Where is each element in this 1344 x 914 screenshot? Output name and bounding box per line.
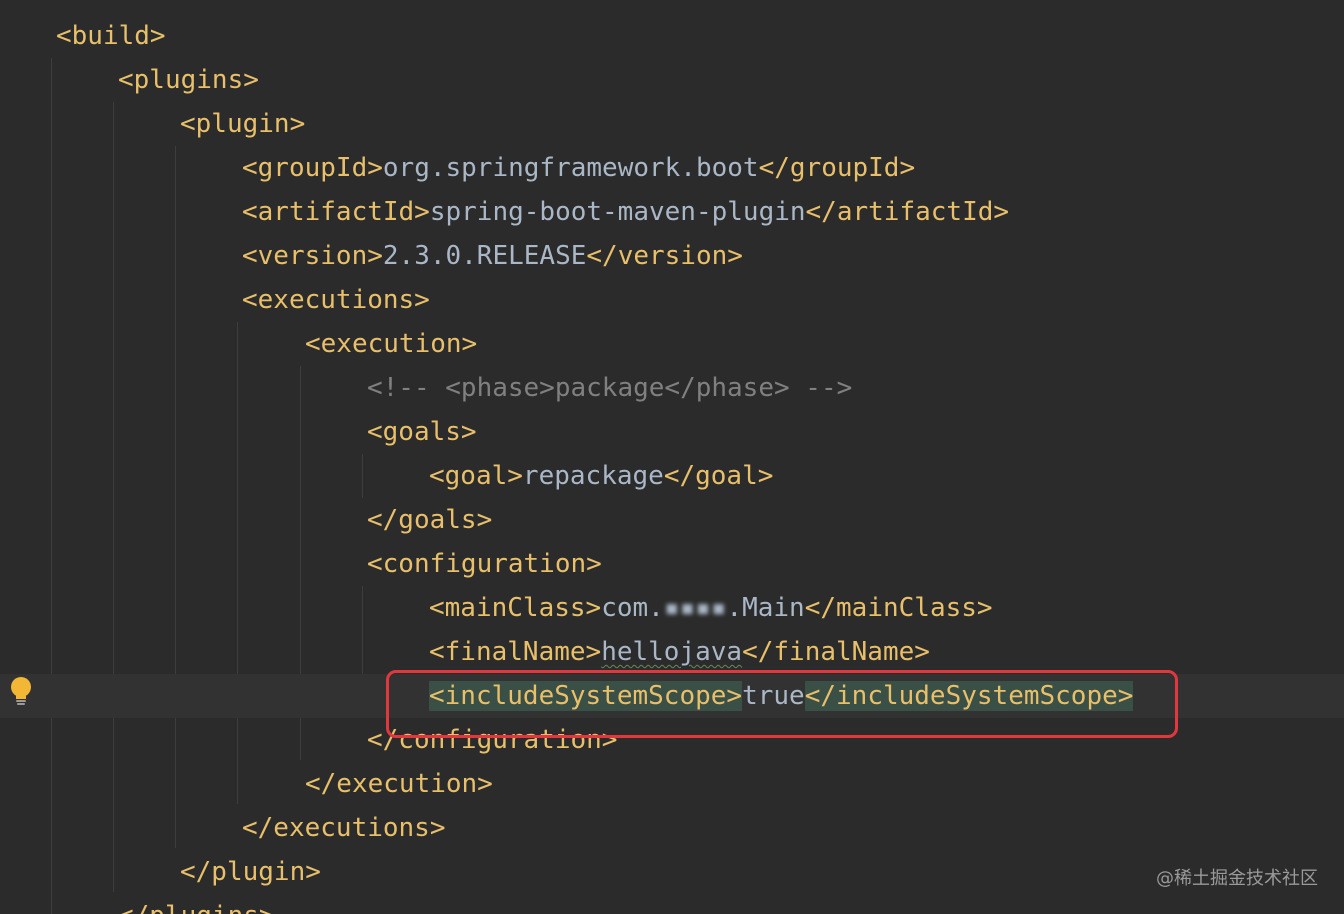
code-line[interactable]: <goals> (0, 410, 1344, 454)
code-line[interactable]: <build> (0, 14, 1344, 58)
xml-close-tag: </groupId> (758, 153, 916, 183)
xml-open-tag: <plugin> (180, 109, 306, 139)
xml-comment: <!-- <phase>package</phase> --> (367, 373, 853, 403)
xml-text: .Main (726, 593, 805, 623)
xml-close-tag: </executions> (242, 813, 446, 843)
code-line[interactable]: <execution> (0, 322, 1344, 366)
xml-open-tag: <executions> (242, 285, 430, 315)
xml-open-tag: <build> (56, 21, 166, 51)
xml-close-tag: </goals> (367, 505, 493, 535)
lightbulb-icon[interactable] (8, 676, 34, 708)
xml-close-tag: </plugin> (180, 857, 321, 887)
xml-text-typo: hellojava (601, 637, 743, 667)
code-line[interactable]: <goal>repackage</goal> (0, 454, 1344, 498)
xml-close-tag: </finalName> (742, 637, 930, 667)
code-editor[interactable]: <build> <plugins> <plugin> <groupId>org.… (0, 0, 1344, 914)
code-line[interactable]: </plugin> (0, 850, 1344, 894)
code-line[interactable]: <plugin> (0, 102, 1344, 146)
xml-open-tag: <artifactId> (242, 197, 430, 227)
xml-open-tag: <groupId> (242, 153, 383, 183)
xml-text: repackage (522, 461, 664, 491)
xml-open-tag: <mainClass> (429, 593, 602, 623)
code-line[interactable]: </execution> (0, 762, 1344, 806)
code-line[interactable]: <executions> (0, 278, 1344, 322)
xml-text: org.springframework.boot (382, 153, 759, 183)
code-line[interactable]: <!-- <phase>package</phase> --> (0, 366, 1344, 410)
xml-open-tag: <execution> (305, 329, 478, 359)
code-line[interactable]: <groupId>org.springframework.boot</group… (0, 146, 1344, 190)
code-line[interactable]: </plugins> (0, 894, 1344, 914)
code-line[interactable]: <mainClass>com.▪▪▪▪.Main</mainClass> (0, 586, 1344, 630)
xml-open-tag: <plugins> (118, 65, 259, 95)
xml-close-tag: </plugins> (118, 901, 275, 914)
xml-close-tag: </artifactId> (805, 197, 1010, 227)
xml-text: spring-boot-maven-plugin (429, 197, 806, 227)
xml-close-tag: </mainClass> (804, 593, 993, 623)
xml-open-tag: <version> (242, 241, 383, 271)
xml-open-tag: <configuration> (367, 549, 602, 579)
annotation-highlight-box (386, 670, 1178, 738)
xml-text: 2.3.0.RELEASE (382, 241, 587, 271)
code-line[interactable]: <artifactId>spring-boot-maven-plugin</ar… (0, 190, 1344, 234)
code-line[interactable]: </executions> (0, 806, 1344, 850)
xml-open-tag: <finalName> (429, 637, 602, 667)
xml-open-tag: <goal> (429, 461, 523, 491)
watermark: @稀土掘金技术社区 (1156, 868, 1318, 889)
code-line[interactable]: <configuration> (0, 542, 1344, 586)
xml-close-tag: </execution> (305, 769, 493, 799)
code-line[interactable]: <plugins> (0, 58, 1344, 102)
xml-close-tag: </goal> (663, 461, 774, 491)
code-line[interactable]: <version>2.3.0.RELEASE</version> (0, 234, 1344, 278)
xml-text: com. (601, 593, 664, 623)
code-line[interactable]: <finalName>hellojava</finalName> (0, 630, 1344, 674)
code-line[interactable]: </goals> (0, 498, 1344, 542)
xml-open-tag: <goals> (367, 417, 477, 447)
xml-close-tag: </version> (586, 241, 743, 271)
redacted-text: ▪▪▪▪ (663, 593, 727, 623)
